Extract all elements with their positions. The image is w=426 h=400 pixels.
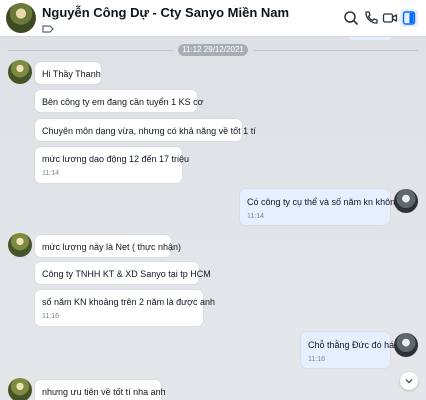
message-text: số năm KN khoảng trên 2 năm là được anh (42, 297, 216, 307)
phone-icon[interactable] (362, 9, 380, 27)
previous-message-bubble (349, 37, 391, 40)
label-tag-icon[interactable] (42, 21, 54, 33)
message-time: 11:16 (308, 356, 325, 363)
message-bubble[interactable]: mức lương dao động 12 đến 17 triệu 11:14 (35, 147, 189, 183)
message-time: 11:14 (247, 213, 264, 220)
message-text: Có công ty cụ thể và số năm kn không (247, 197, 401, 207)
message-bubble[interactable]: Hi Thầy Thanh (35, 62, 101, 84)
divider (8, 50, 173, 51)
self-avatar[interactable] (394, 189, 418, 213)
message-bubble[interactable]: Công ty TNHH KT & XD Sanyo tại tp HCM (35, 262, 211, 284)
sender-avatar[interactable] (8, 378, 32, 400)
scroll-to-bottom-button[interactable] (400, 372, 418, 390)
message-text: mức lương dao động 12 đến 17 triệu (42, 154, 190, 164)
message-text: Bên công ty em đang cần tuyển 1 KS cơ (42, 97, 204, 107)
divider (253, 50, 418, 51)
self-avatar[interactable] (394, 333, 418, 357)
message-bubble[interactable]: nhưng ưu tiên về tốt tí nha anh (35, 380, 166, 400)
sender-avatar[interactable] (8, 233, 32, 257)
date-separator: 11:12 29/12/2021 (178, 44, 248, 56)
sidebar-toggle-icon[interactable] (400, 9, 418, 27)
message-time: 11:16 (42, 313, 59, 320)
message-time: 11:14 (42, 170, 59, 177)
search-icon[interactable] (342, 9, 360, 27)
sender-avatar[interactable] (8, 60, 32, 84)
message-bubble[interactable]: Bên công ty em đang cần tuyển 1 KS cơ (35, 90, 204, 112)
message-bubble[interactable]: số năm KN khoảng trên 2 năm là được anh … (35, 290, 215, 326)
contact-name[interactable]: Nguyễn Công Dự - Cty Sanyo Miền Nam (42, 5, 289, 20)
message-text: Hi Thầy Thanh (42, 69, 101, 79)
chevron-down-icon (405, 379, 413, 384)
message-text: Chuyên môn dạng vừa, nhưng có khả năng v… (42, 126, 256, 136)
video-call-icon[interactable] (381, 9, 399, 27)
message-text: nhưng ưu tiên về tốt tí nha anh (42, 387, 166, 397)
message-bubble[interactable]: Chuyên môn dạng vừa, nhưng có khả năng v… (35, 119, 256, 141)
message-bubble-outgoing[interactable]: Có công ty cụ thể và số năm kn không 11:… (240, 189, 400, 225)
chat-header: Nguyễn Công Dự - Cty Sanyo Miền Nam (0, 0, 426, 37)
message-bubble-outgoing[interactable]: Chỗ thằng Đức đó há 11:16 (301, 332, 394, 368)
message-list[interactable]: 11:12 29/12/2021 Hi Thầy Thanh Bên công … (0, 37, 426, 400)
message-bubble[interactable]: mức lượng này là Net ( thực nhận) (35, 235, 181, 257)
message-text: Công ty TNHH KT & XD Sanyo tại tp HCM (42, 269, 211, 279)
contact-avatar[interactable] (6, 3, 36, 33)
message-text: Chỗ thằng Đức đó há (308, 340, 395, 350)
message-text: mức lượng này là Net ( thực nhận) (42, 242, 182, 252)
